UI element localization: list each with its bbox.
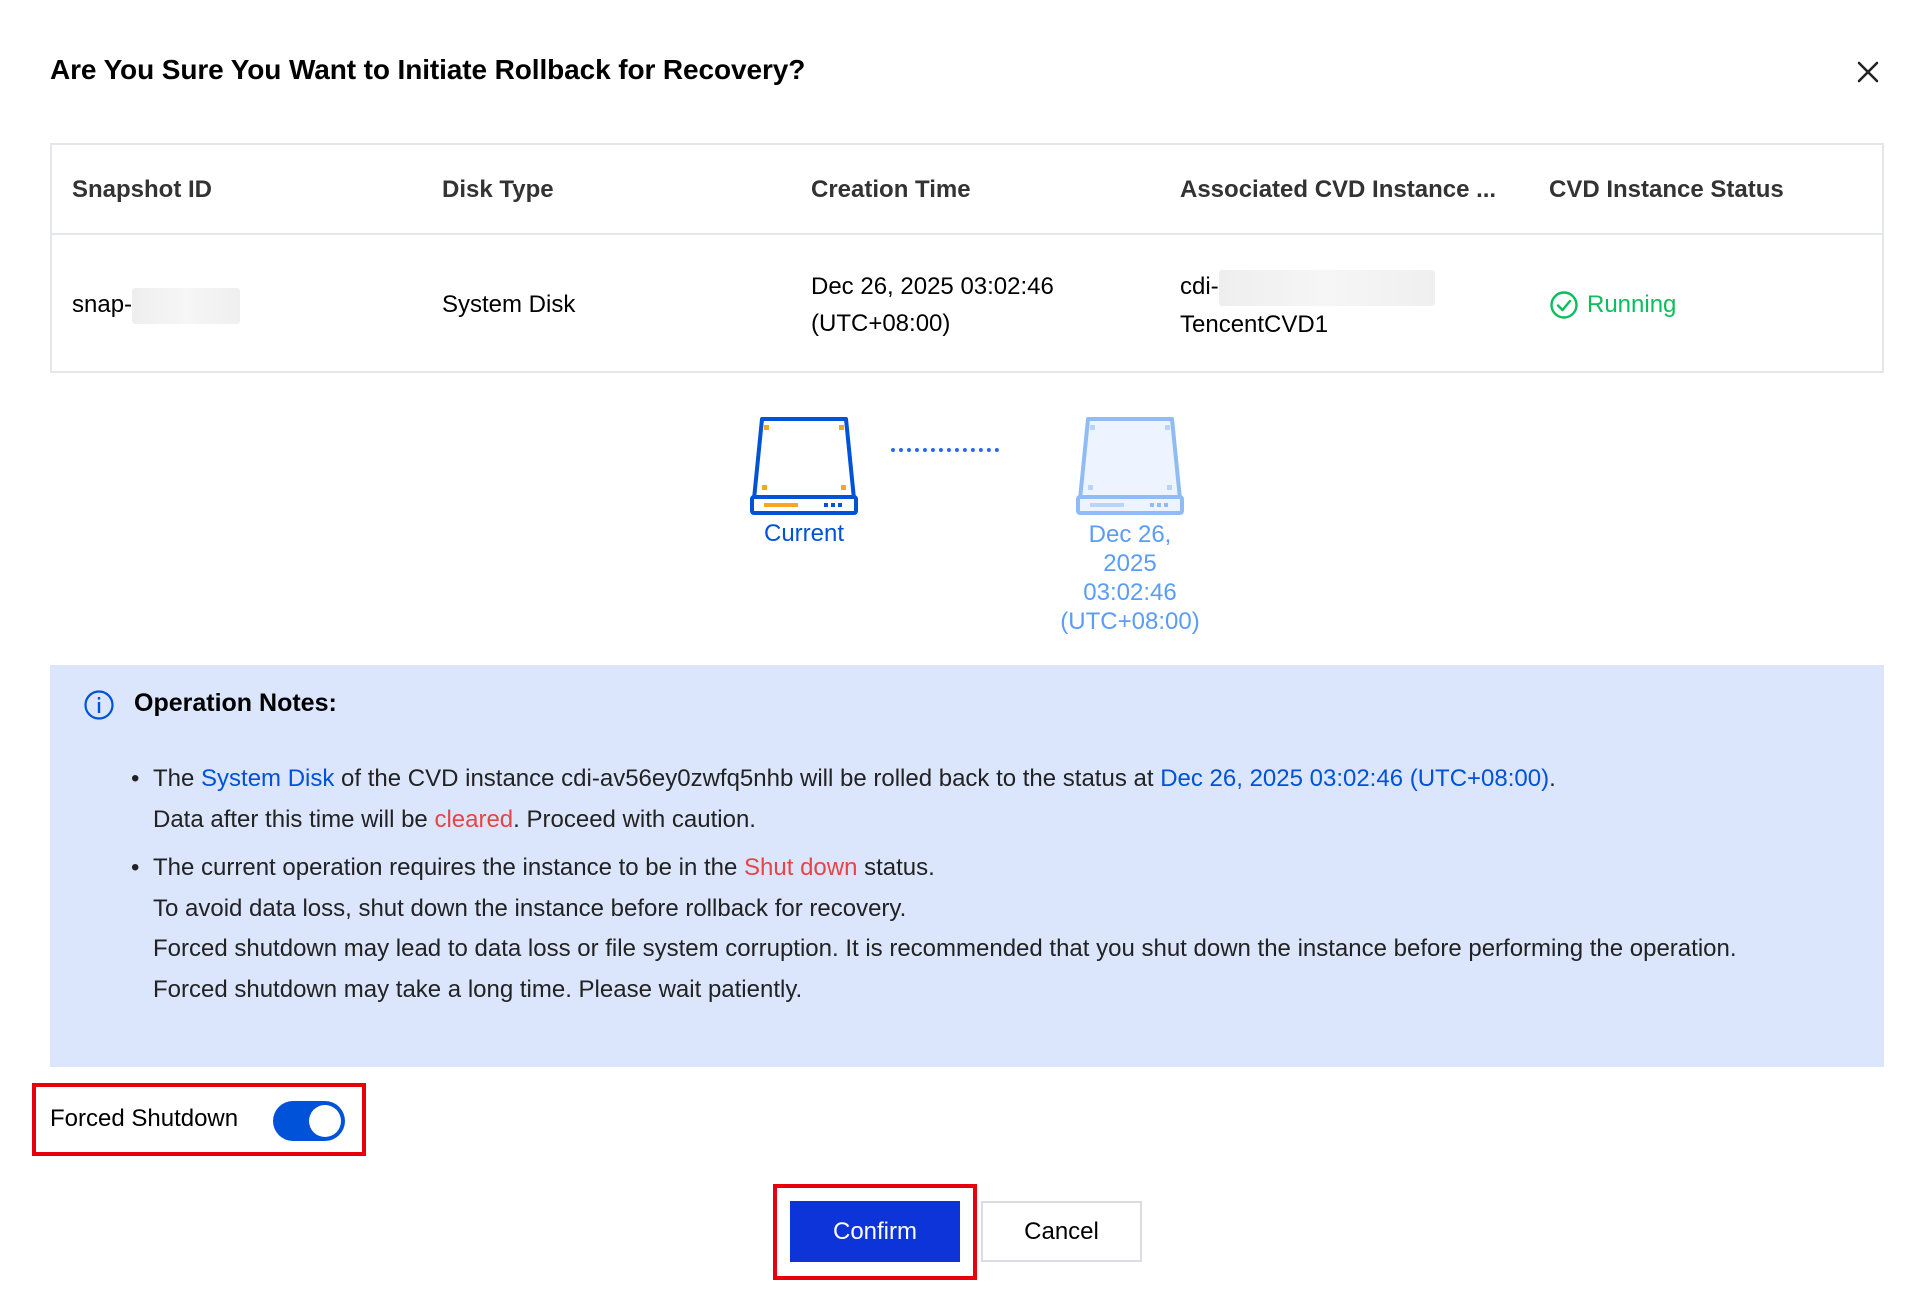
notes-list: The System Disk of the CVD instance cdi-…	[131, 759, 1853, 1018]
snapshot-id-cell: snap-	[72, 286, 241, 324]
note-rollback-time: Dec 26, 2025 03:02:46 (UTC+08:00)	[1160, 765, 1550, 792]
disk-icon	[1076, 417, 1184, 515]
operation-notes: Operation Notes: The System Disk of the …	[50, 665, 1884, 1067]
note-item: The System Disk of the CVD instance cdi-…	[131, 759, 1853, 840]
rollback-connector	[891, 448, 999, 452]
forced-shutdown-label: Forced Shutdown	[50, 1105, 239, 1132]
status-text: Running	[1587, 291, 1677, 318]
note-item: The current operation requires the insta…	[131, 848, 1853, 1010]
note-text: .	[1549, 765, 1556, 792]
confirm-button[interactable]: Confirm	[790, 1201, 960, 1262]
target-label-line: Dec 26,	[1088, 521, 1172, 548]
snapshot-table: Snapshot ID Disk Type Creation Time Asso…	[50, 143, 1884, 373]
note-text: Forced shutdown may lead to data loss or…	[153, 935, 1737, 962]
toggle-knob	[309, 1105, 341, 1137]
note-text: Data after this time will be	[153, 805, 435, 833]
note-text: of the CVD instance cdi-av56ey0zwfq5nhb …	[334, 765, 1161, 792]
note-disk-type: System Disk	[201, 765, 335, 792]
snapshot-id-prefix: snap-	[72, 291, 133, 318]
close-icon	[1857, 61, 1879, 83]
target-label-line: 2025	[1103, 550, 1157, 577]
creation-time-line1: Dec 26, 2025 03:02:46	[811, 273, 1054, 300]
note-text: The current operation requires the insta…	[153, 854, 745, 881]
note-text: Forced shutdown may take a long time. Pl…	[153, 975, 803, 1003]
instance-name: TencentCVD1	[1180, 310, 1329, 338]
close-button[interactable]	[1850, 54, 1886, 90]
note-text: . Proceed with caution.	[513, 805, 756, 833]
header-associated-instance: Associated CVD Instance ...	[1180, 176, 1497, 203]
target-label-line: (UTC+08:00)	[1060, 608, 1200, 635]
redacted-instance-id	[1218, 269, 1435, 306]
target-disk	[1076, 413, 1184, 520]
forced-shutdown-toggle[interactable]	[273, 1101, 345, 1141]
check-circle-icon	[1550, 290, 1578, 319]
target-time-label: Dec 26, 2025 03:02:46 (UTC+08:00)	[1030, 520, 1230, 636]
table-row: snap- System Disk Dec 26, 2025 03:02:46 …	[52, 237, 1882, 373]
associated-instance-cell: cdi- TencentCVD1	[1180, 268, 1435, 343]
note-cleared: cleared	[434, 805, 514, 833]
note-shutdown-status: Shut down	[744, 854, 858, 881]
current-label: Current	[763, 520, 845, 547]
header-snapshot-id: Snapshot ID	[72, 176, 213, 203]
notes-title: Operation Notes:	[134, 689, 337, 717]
table-header: Snapshot ID Disk Type Creation Time Asso…	[52, 145, 1882, 235]
info-icon	[84, 690, 114, 720]
creation-time-line2: (UTC+08:00)	[811, 310, 951, 337]
current-disk	[750, 413, 858, 520]
note-text: The	[153, 765, 202, 792]
header-creation-time: Creation Time	[811, 176, 971, 203]
target-label-line: 03:02:46	[1083, 579, 1177, 606]
dialog-title: Are You Sure You Want to Initiate Rollba…	[50, 54, 806, 85]
disk-icon	[750, 417, 858, 515]
instance-id-prefix: cdi-	[1180, 273, 1219, 300]
note-text: status.	[857, 854, 935, 881]
creation-time-cell: Dec 26, 2025 03:02:46 (UTC+08:00)	[811, 268, 1054, 342]
redacted-snapshot-id	[132, 287, 241, 324]
header-disk-type: Disk Type	[442, 176, 554, 203]
disk-type-cell: System Disk	[442, 291, 576, 318]
cancel-button[interactable]: Cancel	[981, 1201, 1142, 1262]
header-instance-status: CVD Instance Status	[1549, 176, 1784, 203]
note-text: To avoid data loss, shut down the instan…	[153, 894, 907, 922]
instance-status-cell: Running	[1549, 286, 1676, 323]
